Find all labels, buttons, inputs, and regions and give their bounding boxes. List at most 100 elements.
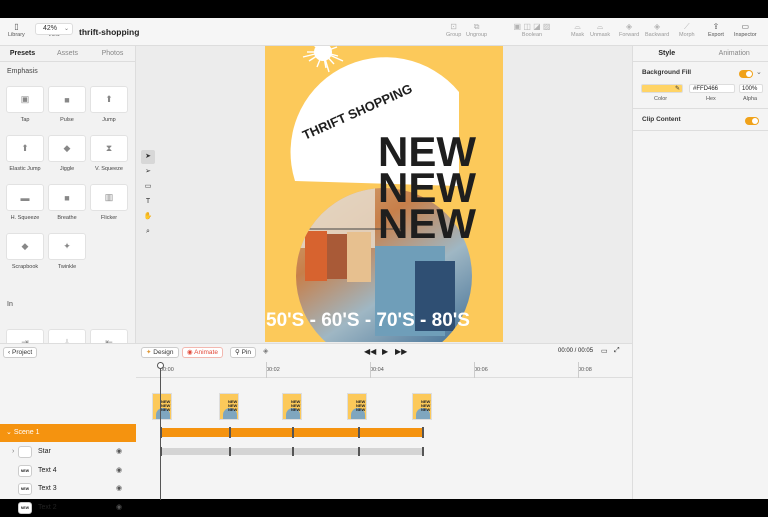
timeline-panel: ‹ Project ✦ Design ◉ Animate ⚲ Pin ◈ ◀◀ … (0, 343, 632, 499)
keyframe-thumbnail[interactable]: NEWNEWNEW (412, 393, 432, 420)
fast-forward-icon[interactable]: ▶▶ (395, 347, 407, 356)
keyframe-marker[interactable] (160, 447, 162, 456)
pulse-icon: ■ (48, 86, 86, 113)
keyframe-thumbnail[interactable]: NEWNEWNEW (282, 393, 302, 420)
keyframe-marker[interactable] (292, 427, 294, 438)
project-button[interactable]: ‹ Project (3, 347, 37, 358)
layer-name: Star (38, 443, 51, 462)
background-fill-toggle[interactable] (739, 70, 753, 78)
boolean-button[interactable]: ▣ ◫ ◪ ▨Boolean (499, 21, 565, 39)
preset-label: Scrapbook (6, 264, 44, 270)
hex-label: Hex (706, 96, 716, 102)
unmask-button[interactable]: ⌓Unmask (590, 21, 610, 39)
layer-name: Text 2 (38, 499, 57, 517)
elastic-jump-icon: ⬆ (6, 135, 44, 162)
tab-assets[interactable]: Assets (45, 46, 90, 61)
preset-jiggle[interactable]: ◆Jiggle (48, 135, 86, 184)
keyframe-marker[interactable] (292, 447, 294, 456)
pin-button[interactable]: ⚲ Pin (230, 347, 256, 358)
chevron-right-icon[interactable]: › (12, 443, 14, 462)
tab-style[interactable]: Style (633, 46, 701, 61)
select-tool[interactable]: ➤ (141, 150, 155, 164)
hand-tool[interactable]: ✋ (141, 210, 155, 224)
preset-h-squeeze[interactable]: ▬H. Squeeze (6, 184, 44, 233)
shape-tool[interactable]: ▭ (141, 180, 155, 194)
chevron-down-icon[interactable]: ⌄ (756, 68, 762, 76)
layer-row[interactable]: › Star ◉ (0, 443, 136, 462)
preset-v-squeeze[interactable]: ⧗V. Squeeze (90, 135, 128, 184)
tick-label: 00:04 (370, 367, 384, 373)
design-button[interactable]: ✦ Design (141, 347, 179, 358)
eye-icon[interactable]: ◉ (116, 443, 122, 462)
layer-row[interactable]: NEWText 2◉ (0, 499, 136, 517)
keyframe-thumbnail[interactable]: NEWNEWNEW (347, 393, 367, 420)
preset-twinkle[interactable]: ✦Twinkle (48, 233, 86, 282)
preset-label: H. Squeeze (6, 215, 44, 221)
preset-flicker[interactable]: ▥Flicker (90, 184, 128, 233)
library-button[interactable]: ▯Library (8, 21, 25, 39)
animate-button[interactable]: ◉ Animate (182, 347, 223, 358)
tab-animation[interactable]: Animation (701, 46, 768, 61)
tool-strip: ➤ ➢ ▭ T ✋ ⌕ (141, 150, 155, 236)
layer-thumbnail (18, 446, 32, 458)
keyframe-marker[interactable] (422, 447, 424, 456)
fullscreen-icon[interactable]: ⤢ (614, 347, 620, 355)
group-button[interactable]: ⊡Group (446, 21, 461, 39)
layer-list: ›Star◉NEWText 4◉NEWText 3◉NEWText 2◉ (0, 443, 136, 517)
arrow-icon: ➤ (145, 153, 151, 160)
forward-button[interactable]: ◈Forward (619, 21, 639, 39)
design-canvas[interactable]: THRIFT SHOPPING NEW NEW NEW 50'S - 60'S … (265, 46, 503, 342)
playhead-handle[interactable] (157, 362, 164, 369)
rewind-icon[interactable]: ◀◀ (364, 347, 376, 356)
layer-row[interactable]: NEWText 4◉ (0, 462, 136, 481)
export-button[interactable]: ⇪Export (708, 21, 724, 39)
timeline-ruler[interactable]: 00:00 00:02 00:04 00:06 00:08 (136, 362, 632, 378)
preset-pulse[interactable]: ■Pulse (48, 86, 86, 135)
alpha-input[interactable]: 100% (739, 84, 763, 93)
loop-icon[interactable]: ▭ (601, 347, 608, 355)
eye-icon[interactable]: ◉ (116, 499, 122, 517)
backward-button[interactable]: ◈Backward (645, 21, 669, 39)
alpha-label: Alpha (743, 96, 757, 102)
zoom-select[interactable]: 42%⌄ (35, 23, 73, 35)
preset-scrapbook[interactable]: ◆Scrapbook (6, 233, 44, 282)
eyedropper-icon[interactable]: ✎ (675, 85, 680, 92)
play-icon[interactable]: ▶ (382, 347, 388, 356)
keyframe-marker[interactable] (229, 427, 231, 438)
scene-row[interactable]: ⌄ Scene 1 (0, 424, 136, 442)
ungroup-button[interactable]: ⧉Ungroup (466, 21, 487, 39)
keyframe-thumbnail[interactable]: NEWNEWNEW (219, 393, 239, 420)
in-heading: In (0, 301, 13, 308)
diamond-icon[interactable]: ◈ (263, 347, 268, 355)
morph-button[interactable]: ⟋Morph (679, 21, 695, 39)
direct-select-tool[interactable]: ➢ (141, 165, 155, 179)
hex-input[interactable]: #FFD466 (689, 84, 735, 93)
preset-tap[interactable]: ▣Tap (6, 86, 44, 135)
clip-content-toggle[interactable] (745, 117, 759, 125)
poster-artwork: THRIFT SHOPPING NEW NEW NEW 50'S - 60'S … (265, 46, 503, 342)
chevron-down-icon: ⌄ (64, 24, 69, 34)
tab-photos[interactable]: Photos (90, 46, 135, 61)
keyframe-thumbnail[interactable]: NEWNEWNEW (152, 393, 172, 420)
preset-elastic-jump[interactable]: ⬆Elastic Jump (6, 135, 44, 184)
mask-button[interactable]: ⌓Mask (571, 21, 584, 39)
jump-icon: ⬆ (90, 86, 128, 113)
preset-jump[interactable]: ⬆Jump (90, 86, 128, 135)
flicker-icon: ▥ (90, 184, 128, 211)
tap-icon: ▣ (6, 86, 44, 113)
keyframe-marker[interactable] (358, 447, 360, 456)
color-label: Color (654, 96, 667, 102)
keyframe-marker[interactable] (160, 427, 162, 438)
color-swatch[interactable]: ✎ (641, 84, 683, 93)
preset-breathe[interactable]: ■Breathe (48, 184, 86, 233)
eye-icon[interactable]: ◉ (116, 480, 122, 499)
layer-row[interactable]: NEWText 3◉ (0, 480, 136, 499)
inspector-button[interactable]: ▭Inspector (734, 21, 757, 39)
zoom-tool[interactable]: ⌕ (141, 225, 155, 239)
keyframe-marker[interactable] (422, 427, 424, 438)
tab-presets[interactable]: Presets (0, 46, 45, 61)
keyframe-marker[interactable] (358, 427, 360, 438)
keyframe-marker[interactable] (229, 447, 231, 456)
text-tool[interactable]: T (141, 195, 155, 209)
eye-icon[interactable]: ◉ (116, 462, 122, 481)
